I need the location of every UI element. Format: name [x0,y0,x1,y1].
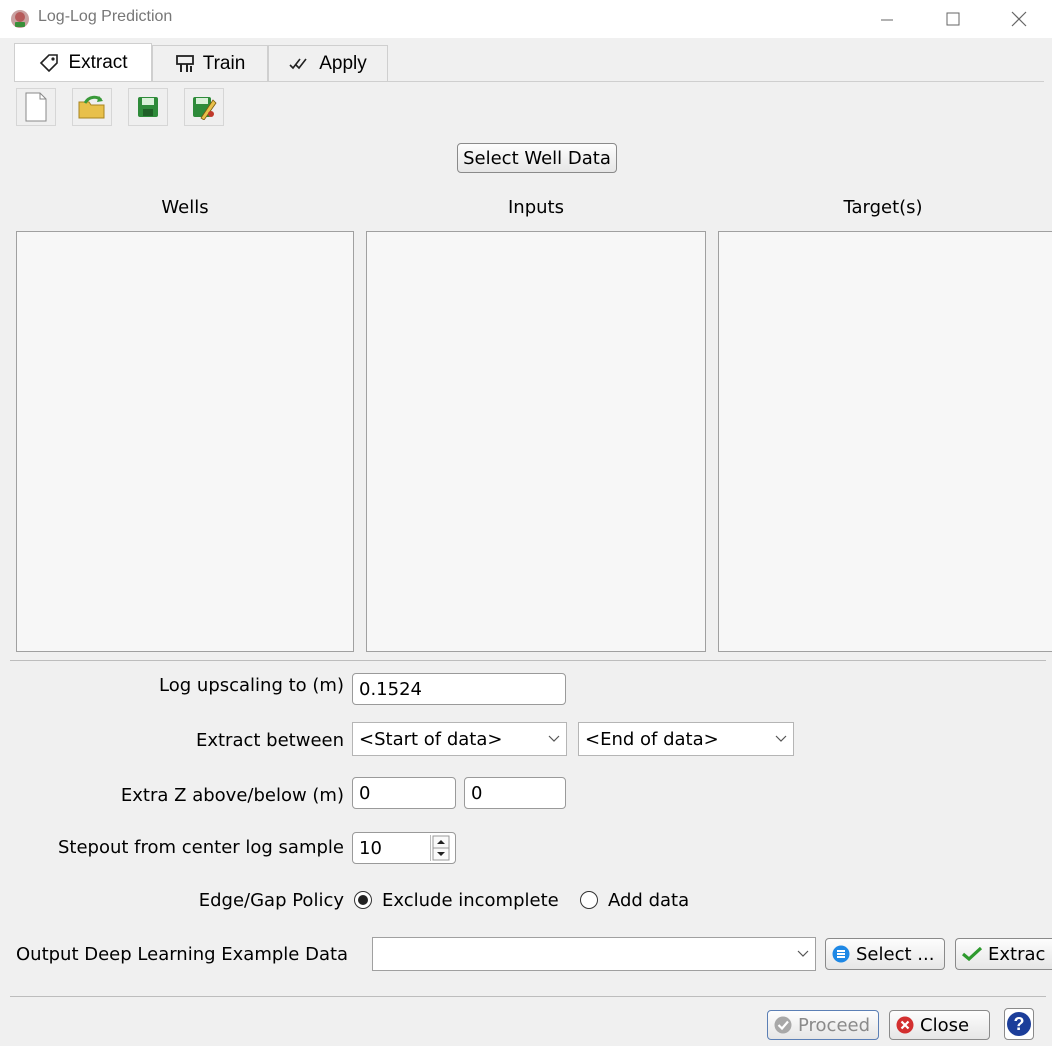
tab-train-label: Train [202,52,246,74]
output-data-label: Output Deep Learning Example Data [16,944,349,965]
close-label: Close [920,1014,970,1036]
tab-bar-divider [14,81,1044,82]
maximize-icon [946,12,960,26]
start-depth-select[interactable]: <Start of data> [352,722,567,756]
divider [10,996,1046,997]
start-depth-value: <Start of data> [359,728,503,750]
upscale-label: Log upscaling to (m) [159,675,344,696]
end-depth-select[interactable]: <End of data> [578,722,794,756]
save-as-button[interactable] [184,88,224,126]
save-as-icon [193,97,217,120]
extra-z-above-input[interactable]: 0 [352,777,456,809]
tab-apply-label: Apply [319,52,367,74]
close-button[interactable]: Close [889,1010,990,1040]
upscale-input[interactable]: 0.1524 [352,673,566,705]
help-button[interactable]: ? [1004,1008,1034,1040]
database-icon [832,945,850,963]
double-check-icon [289,58,307,69]
spinner-arrows-icon [432,835,450,861]
tab-apply[interactable]: Apply [268,45,388,81]
proceed-label: Proceed [798,1014,871,1036]
extract-between-label: Extract between [195,730,344,751]
tab-extract-label: Extract [68,51,128,73]
edge-gap-policy-label: Edge/Gap Policy [198,890,344,911]
tag-icon [40,53,59,72]
extra-z-label: Extra Z above/below (m) [120,785,344,806]
exclude-incomplete-radio[interactable] [354,891,372,909]
new-file-button[interactable] [16,88,56,126]
window-title: Log-Log Prediction [38,8,173,25]
open-folder-button[interactable] [72,88,112,126]
app-icon [10,9,30,29]
wells-list[interactable] [16,231,354,652]
minimize-button[interactable] [864,0,910,38]
inputs-label: Inputs [508,197,564,218]
chevron-down-icon [542,735,566,743]
wells-label: Wells [161,197,209,218]
maximize-button[interactable] [930,0,976,38]
targets-label: Target(s) [843,197,923,218]
close-icon [1011,11,1027,27]
stepout-label: Stepout from center log sample [57,837,344,858]
train-icon [175,54,194,72]
add-data-radio[interactable] [580,891,598,909]
window-close-button[interactable] [996,0,1042,38]
tab-extract[interactable]: Extract [14,43,152,81]
help-icon: ? [1007,1012,1031,1036]
checkmark-icon [962,947,982,961]
extract-label: Extrac [988,943,1046,965]
select-output-button[interactable]: Select ... [825,938,945,970]
save-button[interactable] [128,88,168,126]
tab-train[interactable]: Train [152,45,268,81]
inputs-list[interactable] [366,231,706,652]
stepout-spinner[interactable] [430,835,450,861]
select-well-data-button[interactable]: Select Well Data [457,143,617,173]
close-circle-icon [896,1016,914,1034]
output-data-select[interactable] [372,937,816,971]
exclude-incomplete-label[interactable]: Exclude incomplete [382,890,559,911]
check-circle-icon [774,1016,792,1034]
new-file-icon [25,92,47,122]
minimize-icon [881,19,893,21]
proceed-button[interactable]: Proceed [767,1010,879,1040]
extra-z-below-input[interactable]: 0 [464,777,566,809]
end-depth-value: <End of data> [585,728,719,750]
chevron-down-icon [791,950,815,958]
targets-list[interactable] [718,231,1052,652]
divider [10,660,1046,661]
save-icon [138,97,158,117]
open-folder-icon [78,95,105,119]
add-data-label[interactable]: Add data [608,890,689,911]
extract-button[interactable]: Extrac [955,938,1052,970]
select-output-label: Select ... [856,943,935,965]
chevron-down-icon [769,735,793,743]
